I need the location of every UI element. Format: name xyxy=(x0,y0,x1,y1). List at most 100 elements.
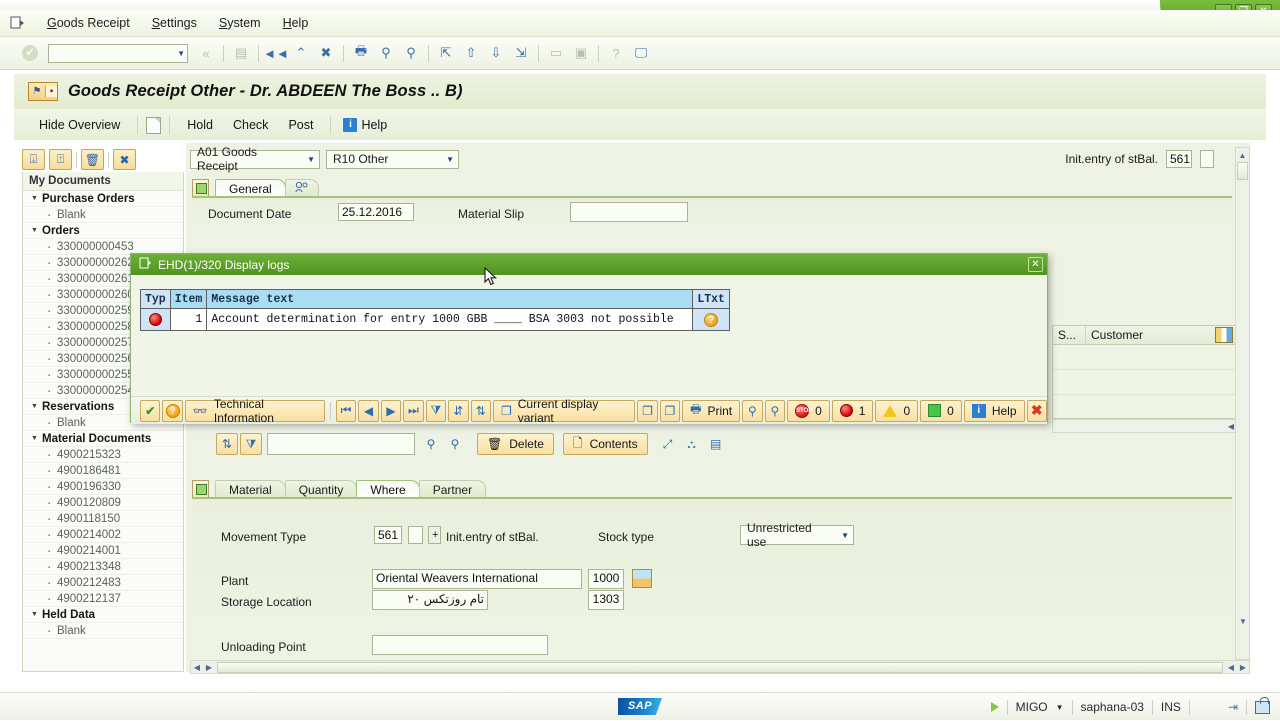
tree-item[interactable]: · 4900118150 xyxy=(23,511,183,527)
plant-code-input[interactable]: 1000 xyxy=(588,569,624,589)
next-icon[interactable]: ▶ xyxy=(380,399,402,422)
chevron-down-icon[interactable]: ▼ xyxy=(31,227,42,234)
copy-icon[interactable]: ❐ xyxy=(637,399,658,422)
resize-icon[interactable]: ⇥ xyxy=(1228,700,1238,714)
col-ltxt[interactable]: LTxt xyxy=(692,289,730,309)
table-row[interactable]: 1 Account determination for entry 1000 G… xyxy=(140,308,730,331)
chevron-down-icon[interactable]: ▼ xyxy=(1056,703,1064,712)
tree-item[interactable]: · Blank xyxy=(23,623,183,639)
hierarchy-icon[interactable]: ⛬ xyxy=(681,433,703,455)
table-settings-icon[interactable] xyxy=(1215,327,1233,343)
confirm-green-check-icon[interactable]: ✔ xyxy=(140,399,161,422)
hold-button[interactable]: Hold xyxy=(178,115,222,135)
post-button[interactable]: Post xyxy=(279,115,322,135)
ok-check-icon[interactable]: ✔ xyxy=(22,45,38,61)
current-display-variant-button[interactable]: ❐ Current display variant xyxy=(492,397,636,425)
menu-goods-receipt[interactable]: Goods Receipt xyxy=(36,14,141,32)
chevron-down-icon[interactable]: ▼ xyxy=(31,611,42,618)
plant-picture-icon[interactable] xyxy=(632,569,652,588)
menu-system[interactable]: System xyxy=(208,14,272,32)
chevron-down-icon[interactable]: ▼ xyxy=(841,531,849,540)
customize-local-layout-icon[interactable]: 🖵 xyxy=(630,43,652,64)
hide-overview-button[interactable]: Hide Overview xyxy=(30,115,129,135)
tree-item[interactable]: · 4900214001 xyxy=(23,543,183,559)
long-text-icon[interactable]: ? xyxy=(704,312,719,327)
help-icon[interactable]: ? xyxy=(605,43,627,64)
technical-information-button[interactable]: 👓 Technical Information xyxy=(184,397,325,425)
table-row[interactable] xyxy=(1053,345,1235,370)
close-icon[interactable]: ✕ xyxy=(1028,257,1043,272)
col-typ[interactable]: Typ xyxy=(140,289,171,309)
menu-help[interactable]: Help xyxy=(272,14,320,32)
stock-type-select[interactable]: Unrestricted use ▼ xyxy=(740,521,854,549)
tree-item[interactable]: · 4900212137 xyxy=(23,591,183,607)
item-search-input[interactable] xyxy=(267,433,415,455)
collapse-all-icon[interactable]: ⍐ xyxy=(49,149,72,170)
command-field[interactable]: ▼ xyxy=(48,43,188,63)
scroll-left-icon[interactable]: ◀ xyxy=(191,661,203,673)
last-page-icon[interactable]: ⇲ xyxy=(510,43,532,64)
warning-counter-button[interactable]: 0 xyxy=(875,399,919,422)
insert-mode[interactable]: INS xyxy=(1161,700,1181,714)
dialog-titlebar[interactable]: EHD(1)/320 Display logs ✕ xyxy=(131,254,1047,275)
filter-icon[interactable]: ⧩ xyxy=(425,399,447,422)
tree-item[interactable]: · 4900196330 xyxy=(23,479,183,495)
unloading-point-input[interactable] xyxy=(372,635,548,655)
storage-location-name-input[interactable]: تام روزتكس ٢٠ xyxy=(372,590,488,610)
question-orange-icon[interactable]: ? xyxy=(162,399,183,422)
print-icon[interactable]: 🖶 xyxy=(350,43,372,64)
plant-name-input[interactable]: Oriental Weavers International xyxy=(372,569,582,589)
close-overview-icon[interactable]: ✖ xyxy=(113,149,136,170)
find-next-icon[interactable]: ⚲ xyxy=(400,43,422,64)
material-slip-input[interactable] xyxy=(570,202,688,222)
tree-item[interactable]: · 4900214002 xyxy=(23,527,183,543)
first-page-icon[interactable]: ⇱ xyxy=(435,43,457,64)
copy-icon-2[interactable]: ❐ xyxy=(659,399,681,422)
expand-all-icon[interactable]: ⍗ xyxy=(22,149,45,170)
work-area-vscroll[interactable]: ▲ ▼ xyxy=(1235,147,1250,660)
chevron-down-icon[interactable]: ▼ xyxy=(31,195,42,202)
find-icon[interactable]: ⚲ xyxy=(742,399,763,422)
scroll-up-icon[interactable]: ▲ xyxy=(1237,149,1249,161)
previous-page-icon[interactable]: ⇧ xyxy=(460,43,482,64)
contents-button[interactable]: 🗋 Contents xyxy=(562,433,648,455)
sort-ascending-icon[interactable]: ⇵ xyxy=(448,399,469,422)
scroll-left-icon-2[interactable]: ◀ xyxy=(1225,661,1237,673)
details-icon[interactable]: ▤ xyxy=(705,433,727,455)
tree-item[interactable]: · 4900213348 xyxy=(23,559,183,575)
last-icon[interactable]: ⏭ xyxy=(403,399,424,422)
item-grid-col-s[interactable]: S... xyxy=(1053,326,1086,344)
find-next-icon[interactable]: ⚲ xyxy=(444,433,466,455)
dialog-help-button[interactable]: i Help xyxy=(963,399,1025,422)
sort-ascending-icon[interactable]: ⇅ xyxy=(216,433,238,455)
action-select[interactable]: A01 Goods Receipt ▼ xyxy=(190,145,320,173)
item-grid-col-customer[interactable]: Customer xyxy=(1086,326,1206,344)
display-logs-dialog[interactable]: EHD(1)/320 Display logs ✕ Typ Item Messa… xyxy=(130,253,1048,425)
scroll-right-icon[interactable]: ▶ xyxy=(203,661,215,673)
tree-group-purchase-orders[interactable]: ▼ Purchase Orders xyxy=(23,191,183,207)
tree-group-orders[interactable]: ▼ Orders xyxy=(23,223,183,239)
storage-location-code-input[interactable]: 1303 xyxy=(588,590,624,610)
cancel-red-x-icon[interactable]: ✖ xyxy=(1026,399,1047,422)
work-area-hscroll[interactable]: ◀ ▶ ◀ ▶ xyxy=(190,660,1250,674)
tree-group-material-documents[interactable]: ▼ Material Documents xyxy=(23,431,183,447)
system-menu-icon[interactable] xyxy=(139,257,152,272)
scrollbar-thumb[interactable] xyxy=(1237,162,1248,180)
scroll-down-icon[interactable]: ▼ xyxy=(1237,615,1249,627)
tree-item[interactable]: · 4900186481 xyxy=(23,463,183,479)
reference-select[interactable]: R10 Other ▼ xyxy=(326,149,459,169)
system-menu-icon[interactable] xyxy=(10,16,26,31)
find-icon[interactable]: ⚲ xyxy=(375,43,397,64)
item-grid-body[interactable] xyxy=(1052,345,1236,419)
new-document-icon[interactable] xyxy=(146,116,162,134)
error-counter-button[interactable]: 1 xyxy=(831,399,874,422)
message-log-table[interactable]: Typ Item Message text LTxt 1 Account det… xyxy=(140,289,730,331)
tree-group-held-data[interactable]: ▼ Held Data xyxy=(23,607,183,623)
chevron-down-icon[interactable]: ▼ xyxy=(307,155,315,164)
movement-type-input[interactable]: 561 xyxy=(374,526,402,544)
cell-long-text[interactable]: ? xyxy=(692,308,730,331)
expand-icon[interactable]: ⤢ xyxy=(657,433,679,455)
tree-item[interactable]: · Blank xyxy=(23,207,183,223)
scrollbar-thumb[interactable] xyxy=(217,661,1223,673)
success-counter-button[interactable]: 0 xyxy=(920,399,962,422)
